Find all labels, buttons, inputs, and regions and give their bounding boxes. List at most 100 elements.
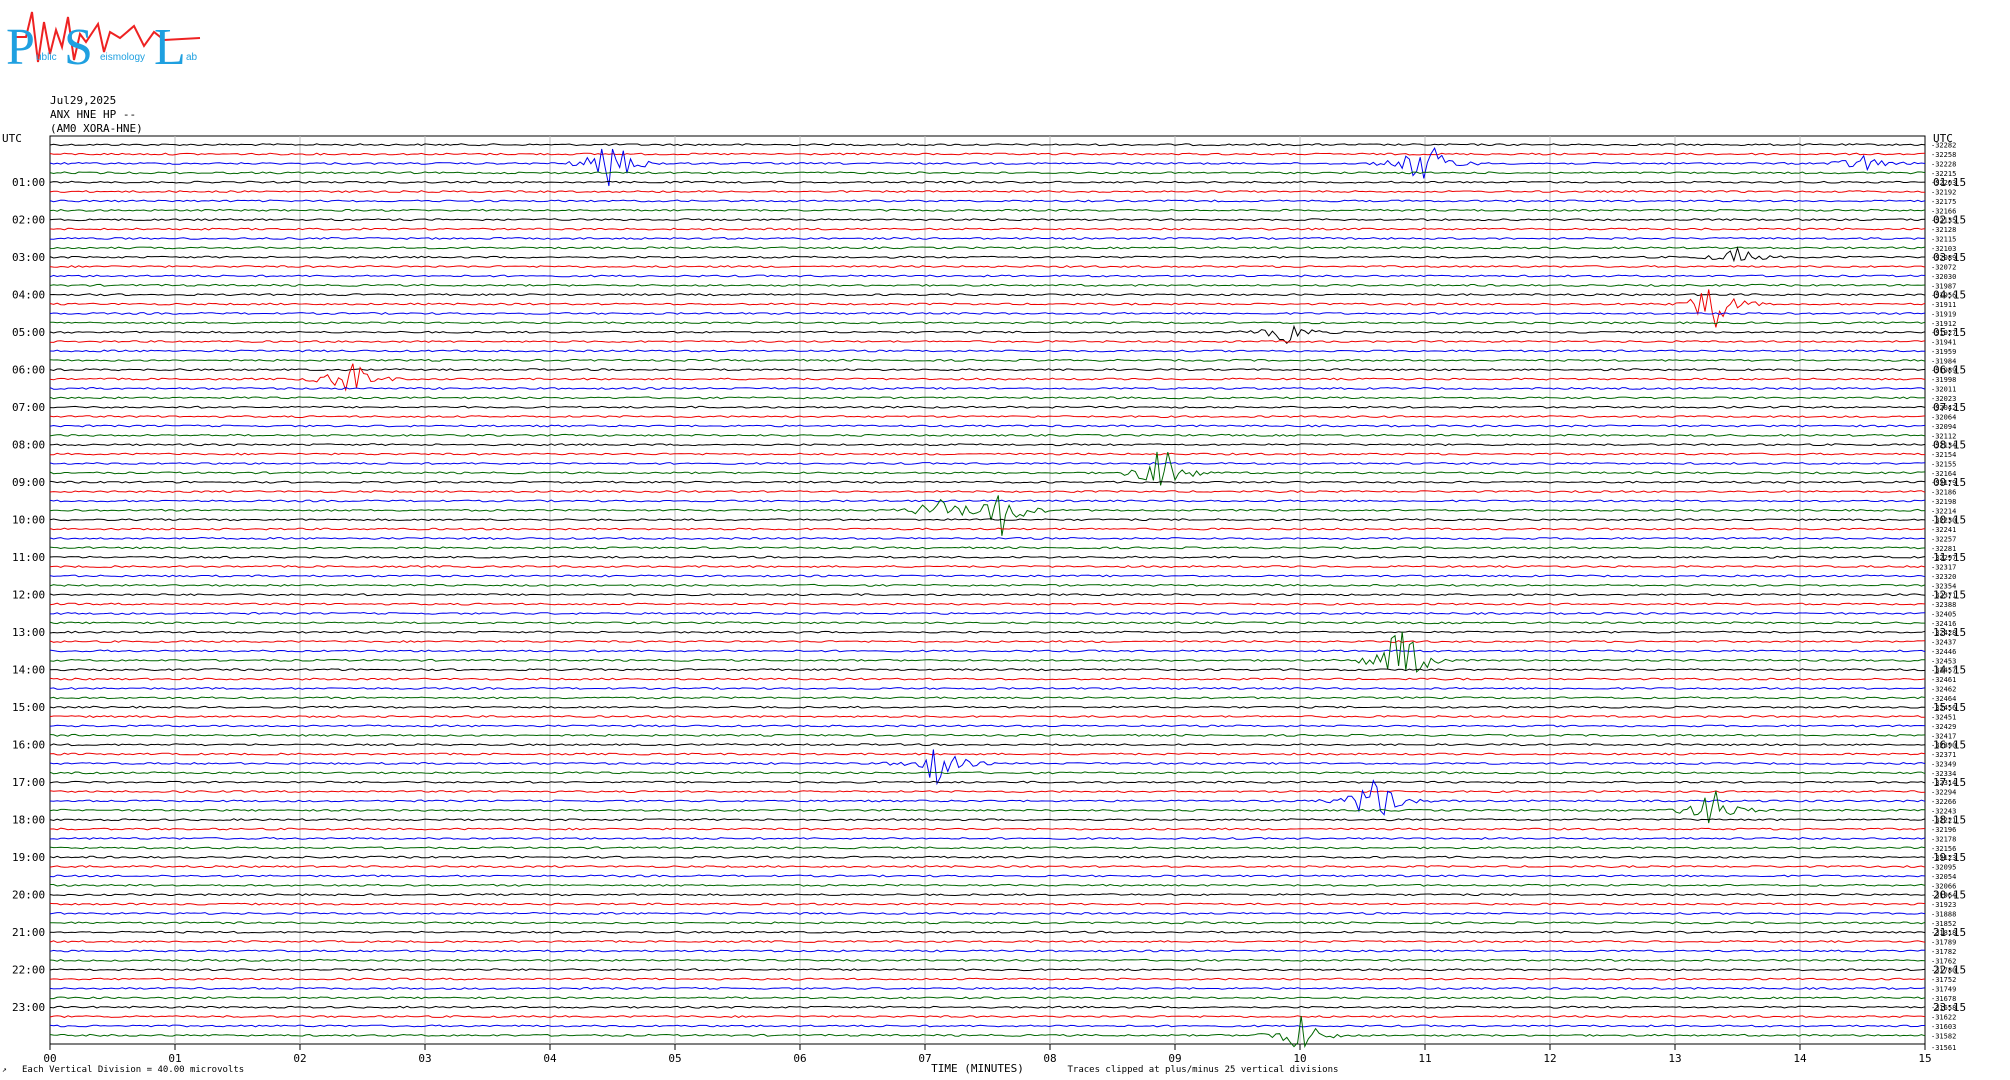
seismic-trace: [50, 611, 1926, 615]
seismic-trace: [49, 696, 1926, 700]
trace-offset-label: -31888: [1931, 910, 1956, 918]
seismic-trace: [50, 996, 1926, 1000]
trace-offset-label: -32349: [1931, 760, 1956, 768]
trace-offset-label: -31919: [1931, 310, 1956, 318]
hour-label-left: 16:00: [12, 739, 45, 752]
hour-label-right: 10:15: [1933, 514, 1966, 527]
seismic-trace: [49, 415, 1926, 419]
seismic-trace: [50, 883, 1926, 887]
trace-offset-label: -31998: [1931, 376, 1956, 384]
seismic-trace: [49, 218, 1926, 222]
trace-offset-label: -32228: [1931, 160, 1956, 168]
seismic-trace: [49, 321, 1926, 325]
seismic-trace: [49, 968, 1926, 972]
seismic-trace: [49, 246, 1925, 263]
seismic-trace: [49, 199, 1926, 203]
seismic-trace: [49, 780, 1926, 784]
trace-offset-label: -32294: [1931, 789, 1956, 797]
seismic-trace: [49, 977, 1926, 981]
x-tick-label: 09: [1168, 1052, 1181, 1065]
clip-note: Traces clipped at plus/minus 25 vertical…: [1068, 1065, 1339, 1075]
hour-label-right: 17:15: [1933, 776, 1966, 789]
seismic-trace: [49, 1015, 1926, 1019]
hour-label-right: 21:15: [1933, 926, 1966, 939]
left-axis-title: UTC: [2, 132, 22, 145]
trace-offset-label: -32155: [1931, 460, 1956, 468]
trace-offset-label: -32115: [1931, 235, 1956, 243]
trace-offset-label: -31911: [1931, 301, 1956, 309]
seismic-trace: [49, 715, 1925, 719]
seismic-trace: [49, 349, 1926, 353]
seismic-trace: [49, 555, 1926, 559]
seismic-trace: [49, 324, 1926, 345]
seismic-trace: [49, 490, 1926, 494]
trace-offset-label: -32446: [1931, 648, 1956, 656]
hour-label-left: 18:00: [12, 814, 45, 827]
seismic-trace: [49, 705, 1926, 709]
trace-offset-label: -31603: [1931, 1023, 1956, 1031]
trace-offset-label: -32030: [1931, 273, 1956, 281]
hour-label-left: 13:00: [12, 626, 45, 639]
trace-offset-label: -32064: [1931, 414, 1956, 422]
seismic-trace: [49, 631, 1926, 673]
seismic-trace: [49, 621, 1925, 625]
hour-label-left: 11:00: [12, 551, 45, 564]
x-axis-label: TIME (MINUTES): [931, 1062, 1024, 1075]
seismic-trace: [49, 865, 1926, 869]
seismic-trace: [49, 433, 1926, 437]
seismic-trace: [49, 283, 1926, 287]
seismic-trace: [49, 358, 1926, 362]
hour-label-right: 18:15: [1933, 814, 1966, 827]
hour-label-right: 05:15: [1933, 326, 1966, 339]
trace-offset-label: -32429: [1931, 723, 1956, 731]
hour-label-right: 12:15: [1933, 589, 1966, 602]
seismic-trace: [49, 363, 1926, 392]
seismic-trace: [49, 246, 1926, 250]
seismic-trace: [49, 143, 1926, 147]
seismic-trace: [49, 546, 1926, 550]
seismic-trace: [49, 668, 1926, 672]
hour-label-right: 08:15: [1933, 439, 1966, 452]
trace-offset-label: -32192: [1931, 189, 1956, 197]
seismic-trace: [49, 902, 1926, 906]
seismic-trace: [49, 855, 1926, 859]
x-tick-label: 10: [1293, 1052, 1306, 1065]
hour-label-left: 20:00: [12, 889, 45, 902]
hour-label-right: 20:15: [1933, 889, 1966, 902]
hour-label-left: 23:00: [12, 1001, 45, 1014]
hour-label-right: 03:15: [1933, 251, 1966, 264]
hour-label-left: 01:00: [12, 176, 45, 189]
seismic-trace: [49, 733, 1926, 737]
x-tick-label: 07: [918, 1052, 931, 1065]
hour-label-left: 05:00: [12, 326, 45, 339]
hour-label-right: 11:15: [1933, 551, 1966, 564]
seismic-trace: [49, 461, 1926, 465]
seismic-trace: [49, 499, 1926, 503]
corner-mark: ↗: [2, 1065, 7, 1074]
trace-offset-label: -32175: [1931, 198, 1956, 206]
seismic-trace: [49, 480, 1926, 484]
trace-offset-label: -31752: [1931, 976, 1956, 984]
seismic-trace: [49, 1015, 1926, 1049]
hour-label-right: 13:15: [1933, 626, 1966, 639]
seismic-trace: [49, 208, 1926, 212]
seismic-trace: [49, 827, 1926, 831]
seismic-trace: [49, 171, 1926, 175]
seismic-trace: [49, 686, 1926, 690]
hour-label-left: 15:00: [12, 701, 45, 714]
hour-label-left: 02:00: [12, 214, 45, 227]
seismic-trace: [49, 386, 1926, 390]
hour-label-left: 19:00: [12, 851, 45, 864]
trace-offset-label: -32405: [1931, 610, 1956, 618]
seismic-trace: [49, 771, 1926, 775]
trace-offset-label: -31959: [1931, 348, 1956, 356]
hour-label-right: 14:15: [1933, 664, 1966, 677]
seismic-trace: [49, 311, 1926, 315]
seismic-trace: [49, 405, 1926, 409]
seismic-trace: [49, 451, 1926, 486]
seismic-trace: [49, 752, 1926, 756]
hour-label-right: 07:15: [1933, 401, 1966, 414]
seismic-trace: [49, 583, 1926, 587]
x-tick-label: 11: [1418, 1052, 1431, 1065]
hour-label-left: 06:00: [12, 364, 45, 377]
